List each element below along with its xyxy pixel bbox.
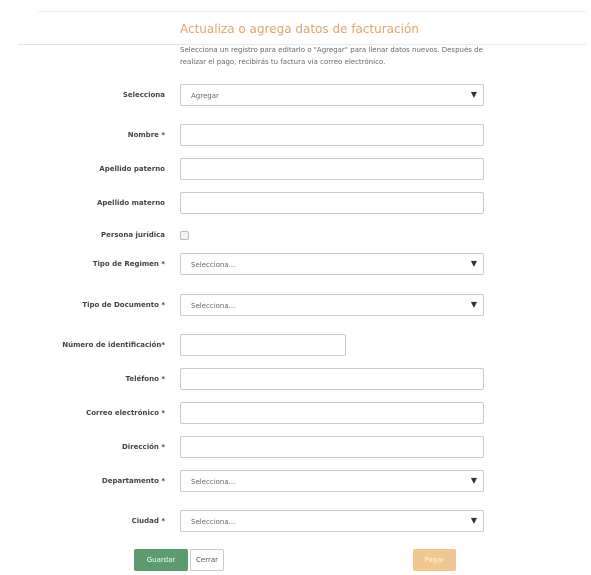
apellido-paterno-label: Apellido paterno [99,165,165,173]
persona-juridica-label: Persona jurídica [101,231,165,239]
nombre-label: Nombre * [127,131,165,139]
header-top-divider [38,11,586,12]
ciudad-select[interactable]: Selecciona... ▼ [180,510,484,532]
form-description: Selecciona un registro para editarlo o "… [180,46,483,66]
guardar-button[interactable]: Guardar [134,549,188,571]
cerrar-button[interactable]: Cerrar [190,549,224,571]
tipo-regimen-value: Selecciona... [191,261,236,269]
row-departamento: Departamento * Selecciona... ▼ [0,469,591,495]
row-nombre: Nombre * [0,123,591,149]
pagar-button[interactable]: Pagar [413,549,456,571]
chevron-down-icon: ▼ [470,516,477,525]
tipo-documento-select[interactable]: Selecciona... ▼ [180,294,484,316]
apellido-paterno-input[interactable] [180,158,484,180]
header-divider-left [18,44,178,45]
selecciona-label: Selecciona [122,91,165,99]
row-tipo-documento: Tipo de Documento * Selecciona... ▼ [0,293,591,319]
row-persona-juridica: Persona jurídica [0,225,591,251]
row-direccion: Dirección * [0,435,591,461]
numero-identificacion-input[interactable] [180,334,346,356]
row-apellido-paterno: Apellido paterno [0,157,591,183]
departamento-label: Departamento * [101,477,165,485]
form-title: Actualiza o agrega datos de facturación [180,22,419,36]
numero-identificacion-label: Número de identificación* [62,341,165,349]
apellido-materno-label: Apellido materno [97,199,165,207]
correo-input[interactable] [180,402,484,424]
telefono-label: Teléfono * [125,375,165,383]
apellido-materno-input[interactable] [180,192,484,214]
correo-label: Correo electrónico * [86,409,165,417]
nombre-input[interactable] [180,124,484,146]
row-numero-identificacion: Número de identificación* [0,333,591,359]
tipo-regimen-label: Tipo de Regimen * [92,260,165,268]
ciudad-label: Ciudad * [131,517,165,525]
chevron-down-icon: ▼ [470,259,477,268]
direccion-label: Dirección * [122,443,165,451]
telefono-input[interactable] [180,368,484,390]
tipo-regimen-select[interactable]: Selecciona... ▼ [180,253,484,275]
departamento-value: Selecciona... [191,478,236,486]
tipo-documento-value: Selecciona... [191,302,236,310]
row-ciudad: Ciudad * Selecciona... ▼ [0,509,591,535]
departamento-select[interactable]: Selecciona... ▼ [180,470,484,492]
row-selecciona: Selecciona Agregar ▼ [0,83,591,109]
row-telefono: Teléfono * [0,367,591,393]
chevron-down-icon: ▼ [470,476,477,485]
row-tipo-regimen: Tipo de Regimen * Selecciona... ▼ [0,252,591,278]
ciudad-value: Selecciona... [191,518,236,526]
selecciona-select[interactable]: Agregar ▼ [180,84,484,106]
row-correo: Correo electrónico * [0,401,591,427]
direccion-input[interactable] [180,436,484,458]
chevron-down-icon: ▼ [470,300,477,309]
persona-juridica-checkbox[interactable] [180,231,189,240]
row-apellido-materno: Apellido materno [0,191,591,217]
chevron-down-icon: ▼ [470,90,477,99]
tipo-documento-label: Tipo de Documento * [82,301,165,309]
selecciona-value: Agregar [191,92,219,100]
